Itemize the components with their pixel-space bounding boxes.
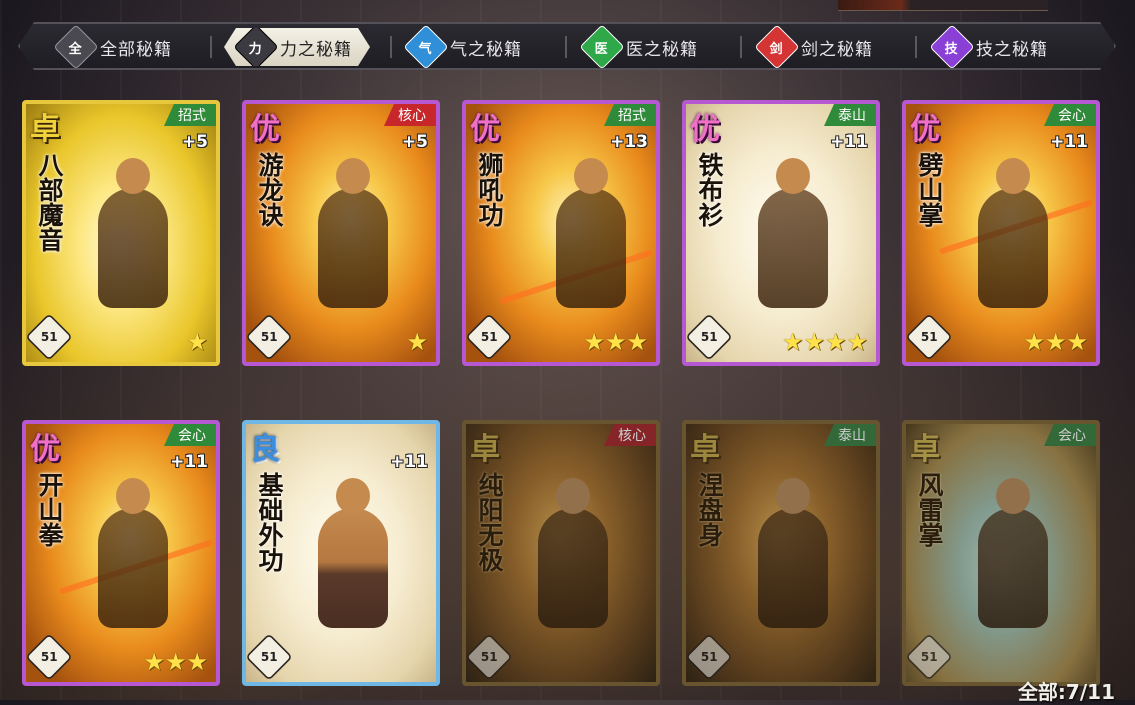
tab-divider bbox=[565, 36, 567, 58]
skill-name: 狮吼功 bbox=[475, 152, 504, 227]
rank-badge: 良 bbox=[250, 432, 280, 467]
tab-label: 气之秘籍 bbox=[450, 39, 522, 60]
skill-card-locked[interactable]: 卓 泰山 涅盘身 51 bbox=[682, 420, 880, 686]
star-rating: ★★★★ bbox=[782, 330, 868, 354]
bonus-value: +11 bbox=[170, 452, 208, 472]
star-rating: ★★★ bbox=[583, 330, 648, 354]
rank-badge: 卓 bbox=[690, 432, 720, 467]
tab-qi[interactable]: 气 气之秘籍 bbox=[403, 24, 522, 70]
tab-divider bbox=[740, 36, 742, 58]
monk-figure bbox=[98, 478, 168, 628]
star-icon: ★★★ bbox=[1023, 328, 1088, 356]
skill-card[interactable]: 良 +11 基础外功 51 bbox=[242, 420, 440, 686]
monk-figure bbox=[556, 158, 626, 308]
tab-divider bbox=[210, 36, 212, 58]
skill-name: 基础外功 bbox=[255, 472, 284, 572]
star-icon: ★★★ bbox=[143, 648, 208, 676]
monk-figure bbox=[318, 158, 388, 308]
monk-figure bbox=[318, 478, 388, 628]
star-rating: ★★★ bbox=[143, 650, 208, 674]
rank-badge: 卓 bbox=[910, 432, 940, 467]
fist-icon: 力 bbox=[233, 24, 278, 69]
skill-icon: 技 bbox=[929, 24, 975, 70]
tab-skill[interactable]: 技 技之秘籍 bbox=[929, 24, 1048, 70]
tab-label: 技之秘籍 bbox=[976, 39, 1048, 60]
tab-label: 全部秘籍 bbox=[100, 39, 172, 60]
bonus-value: +5 bbox=[401, 132, 428, 152]
skill-card[interactable]: 卓 招式 +5 八部魔音 51 ★ bbox=[22, 100, 220, 366]
rank-badge: 优 bbox=[250, 112, 280, 147]
rank-badge: 优 bbox=[470, 112, 500, 147]
bonus-value: +13 bbox=[610, 132, 648, 152]
star-rating: ★ bbox=[406, 330, 428, 354]
tab-sword[interactable]: 剑 剑之秘籍 bbox=[754, 24, 873, 70]
skill-name: 涅盘身 bbox=[695, 472, 724, 547]
skill-name: 劈山掌 bbox=[915, 152, 944, 227]
skill-card[interactable]: 优 会心 +11 劈山掌 51 ★★★ bbox=[902, 100, 1100, 366]
skill-card[interactable]: 优 招式 +13 狮吼功 51 ★★★ bbox=[462, 100, 660, 366]
tab-strength[interactable]: 力 力之秘籍 bbox=[224, 28, 370, 66]
star-icon: ★★★ bbox=[583, 328, 648, 356]
collection-counter: 全部:7/11 bbox=[1017, 680, 1115, 704]
monk-figure bbox=[978, 158, 1048, 308]
rank-badge: 优 bbox=[30, 432, 60, 467]
tab-medicine[interactable]: 医 医之秘籍 bbox=[579, 24, 698, 70]
monk-figure bbox=[538, 478, 608, 628]
star-icon: ★★★★ bbox=[781, 328, 868, 356]
top-resource-bar bbox=[838, 0, 1048, 11]
skill-name: 开山拳 bbox=[35, 472, 64, 547]
monk-figure bbox=[758, 158, 828, 308]
swirl-icon: 气 bbox=[403, 24, 449, 70]
skill-name: 纯阳无极 bbox=[475, 472, 504, 572]
skill-card[interactable]: 优 泰山 +11 铁布衫 51 ★★★★ bbox=[682, 100, 880, 366]
skill-card[interactable]: 优 会心 +11 开山拳 51 ★★★ bbox=[22, 420, 220, 686]
tab-label: 剑之秘籍 bbox=[801, 39, 873, 60]
star-icon: ★ bbox=[406, 328, 428, 356]
monk-figure bbox=[98, 158, 168, 308]
all-icon: 全 bbox=[53, 24, 99, 70]
monk-figure bbox=[978, 478, 1048, 628]
skill-card[interactable]: 优 核心 +5 游龙诀 51 ★ bbox=[242, 100, 440, 366]
monk-figure bbox=[758, 478, 828, 628]
rank-badge: 卓 bbox=[30, 112, 60, 147]
rank-badge: 优 bbox=[910, 112, 940, 147]
tab-label: 医之秘籍 bbox=[626, 39, 698, 60]
bonus-value: +11 bbox=[390, 452, 428, 472]
tab-all[interactable]: 全 全部秘籍 bbox=[53, 24, 172, 70]
tab-label: 力之秘籍 bbox=[280, 39, 352, 60]
rank-badge: 优 bbox=[690, 112, 720, 147]
skill-name: 游龙诀 bbox=[255, 152, 284, 227]
tab-divider bbox=[915, 36, 917, 58]
skill-name: 铁布衫 bbox=[695, 152, 724, 227]
skill-name: 八部魔音 bbox=[35, 152, 64, 252]
star-rating: ★★★ bbox=[1023, 330, 1088, 354]
skill-name: 风雷掌 bbox=[915, 472, 944, 547]
bonus-value: +5 bbox=[181, 132, 208, 152]
skill-card-locked[interactable]: 卓 核心 纯阳无极 51 bbox=[462, 420, 660, 686]
tab-divider bbox=[390, 36, 392, 58]
sword-icon: 剑 bbox=[754, 24, 800, 70]
rank-badge: 卓 bbox=[470, 432, 500, 467]
bonus-value: +11 bbox=[830, 132, 868, 152]
leaf-icon: 医 bbox=[579, 24, 625, 70]
star-rating: ★ bbox=[186, 330, 208, 354]
skill-card-locked[interactable]: 卓 会心 风雷掌 51 bbox=[902, 420, 1100, 686]
bonus-value: +11 bbox=[1050, 132, 1088, 152]
star-icon: ★ bbox=[186, 328, 208, 356]
